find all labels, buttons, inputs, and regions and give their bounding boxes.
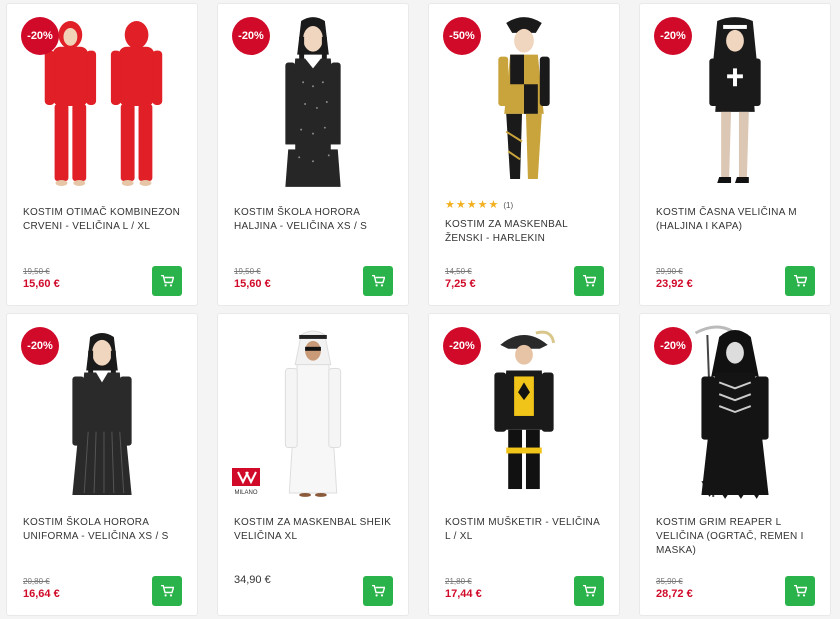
- discount-badge: -20%: [21, 327, 59, 365]
- product-card[interactable]: -20% KOSTIM GRIM REAPER L VELIČINA (OGRT…: [639, 313, 831, 616]
- product-title[interactable]: KOSTIM OTIMAČ KOMBINEZON CRVENI - VELIČI…: [23, 206, 185, 234]
- sale-price: 28,72 €: [656, 588, 693, 600]
- cart-icon: [582, 275, 596, 287]
- add-to-cart-button[interactable]: [785, 266, 815, 296]
- sale-price: 15,60 €: [234, 278, 271, 290]
- add-to-cart-button[interactable]: [574, 576, 604, 606]
- sale-price: 15,60 €: [23, 278, 60, 290]
- brand-logo: MILANO: [232, 468, 260, 496]
- product-title[interactable]: KOSTIM MUŠKETIR - VELIČINA L / XL: [445, 516, 607, 544]
- discount-badge: -20%: [232, 17, 270, 55]
- sale-price: 23,92 €: [656, 278, 693, 290]
- product-grid: -20% KOSTIM OTIMAČ KOMBINEZON CRVENI - V…: [0, 0, 840, 619]
- old-price: 29,90 €: [656, 267, 683, 276]
- product-card[interactable]: -50% ★ ★ ★ ★ ★ (1) KOSTIM ZA MASKENBAL Ž…: [428, 3, 620, 306]
- sale-price: 7,25 €: [445, 278, 476, 290]
- add-to-cart-button[interactable]: [152, 266, 182, 296]
- old-price: 14,50 €: [445, 267, 472, 276]
- add-to-cart-button[interactable]: [363, 576, 393, 606]
- star-rating: ★ ★ ★ ★ ★ (1): [445, 200, 513, 211]
- price: 34,90 €: [234, 574, 271, 586]
- product-title[interactable]: KOSTIM ŠKOLA HORORA UNIFORMA - VELIČINA …: [23, 516, 185, 544]
- star-icon: ★: [455, 199, 466, 211]
- add-to-cart-button[interactable]: [574, 266, 604, 296]
- sale-price: 17,44 €: [445, 588, 482, 600]
- discount-badge: -20%: [443, 327, 481, 365]
- product-title[interactable]: KOSTIM ZA MASKENBAL SHEIK VELIČINA XL: [234, 516, 396, 544]
- add-to-cart-button[interactable]: [363, 266, 393, 296]
- discount-badge: -20%: [21, 17, 59, 55]
- old-price: 19,50 €: [234, 267, 261, 276]
- cart-icon: [582, 585, 596, 597]
- cart-icon: [160, 585, 174, 597]
- product-card[interactable]: -20% KOSTIM ŠKOLA HORORA UNIFORMA - VELI…: [6, 313, 198, 616]
- discount-badge: -20%: [654, 17, 692, 55]
- product-card[interactable]: -20% KOSTIM OTIMAČ KOMBINEZON CRVENI - V…: [6, 3, 198, 306]
- product-card[interactable]: -20% KOSTIM ŠKOLA HORORA HALJINA - VELIČ…: [217, 3, 409, 306]
- cart-icon: [793, 585, 807, 597]
- svg-text:MILANO: MILANO: [234, 490, 257, 496]
- discount-badge: -50%: [443, 17, 481, 55]
- cart-icon: [793, 275, 807, 287]
- product-title[interactable]: KOSTIM ŠKOLA HORORA HALJINA - VELIČINA X…: [234, 206, 396, 234]
- star-icon: ★: [445, 199, 455, 211]
- star-icon: ★: [466, 199, 477, 211]
- product-card[interactable]: -20% KOSTIM ČASNA VELIČINA M (HALJINA I …: [639, 3, 831, 306]
- add-to-cart-button[interactable]: [785, 576, 815, 606]
- discount-badge: -20%: [654, 327, 692, 365]
- cart-icon: [160, 275, 174, 287]
- old-price: 21,80 €: [445, 577, 472, 586]
- product-card[interactable]: -20% KOSTIM MUŠKETIR - VELIČINA L / XL 2…: [428, 313, 620, 616]
- old-price: 35,90 €: [656, 577, 683, 586]
- product-title[interactable]: KOSTIM ZA MASKENBAL ŽENSKI - HARLEKIN: [445, 218, 607, 246]
- sale-price: 16,64 €: [23, 588, 60, 600]
- rating-count: (1): [503, 201, 514, 210]
- star-icon: ★: [477, 199, 488, 211]
- add-to-cart-button[interactable]: [152, 576, 182, 606]
- product-title[interactable]: KOSTIM GRIM REAPER L VELIČINA (OGRTAČ, R…: [656, 516, 818, 558]
- old-price: 20,80 €: [23, 577, 50, 586]
- old-price: 19,50 €: [23, 267, 50, 276]
- cart-icon: [371, 585, 385, 597]
- product-card[interactable]: MILANO KOSTIM ZA MASKENBAL SHEIK VELIČIN…: [217, 313, 409, 616]
- product-title[interactable]: KOSTIM ČASNA VELIČINA M (HALJINA I KAPA): [656, 206, 818, 234]
- cart-icon: [371, 275, 385, 287]
- star-icon: ★: [488, 199, 499, 211]
